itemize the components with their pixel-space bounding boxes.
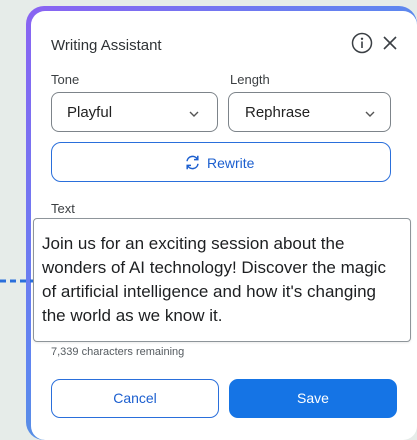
chevron-down-icon [365,111,375,117]
length-select[interactable]: Rephrase [228,92,391,132]
chevron-down-icon [189,111,199,117]
rewrite-button[interactable]: Rewrite [51,142,391,182]
tone-select-value: Playful [67,104,113,121]
dialog-title: Writing Assistant [51,37,162,54]
save-button[interactable]: Save [229,379,397,418]
tone-label: Tone [51,72,80,87]
length-select-value: Rephrase [245,104,311,121]
length-label: Length [230,72,270,87]
info-icon[interactable] [351,32,373,54]
tone-select[interactable]: Playful [51,92,218,132]
rewrite-label: Rewrite [207,155,255,171]
close-icon[interactable] [380,33,400,53]
characters-remaining: 7,339 characters remaining [51,346,185,358]
refresh-icon [186,155,199,170]
cancel-button[interactable]: Cancel [51,379,219,418]
text-label: Text [51,201,75,216]
text-input[interactable]: Join us for an exciting session about th… [33,218,411,342]
